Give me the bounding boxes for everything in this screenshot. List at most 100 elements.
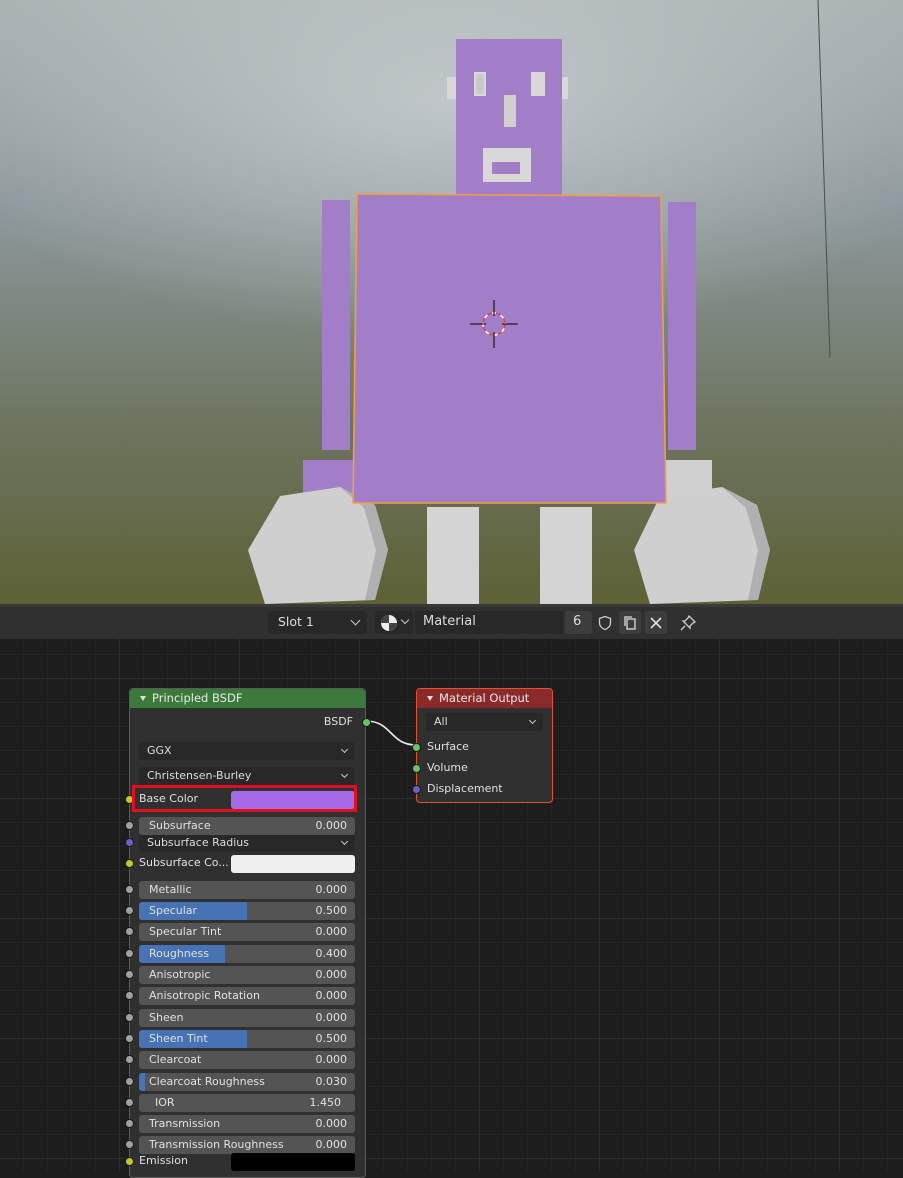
subsurface-method-value: Christensen-Burley xyxy=(147,769,252,782)
unlink-material-button[interactable] xyxy=(645,611,667,634)
material-name-field[interactable]: Material xyxy=(415,611,563,634)
field-socket[interactable] xyxy=(125,906,134,915)
field-slider[interactable]: IOR 1.450 xyxy=(139,1094,355,1112)
subsurface-radius-dropdown[interactable]: Subsurface Radius xyxy=(139,834,355,852)
chevron-down-icon xyxy=(350,615,361,626)
robot-left-leg xyxy=(427,507,479,604)
field-socket[interactable] xyxy=(125,885,134,894)
field-value: 1.450 xyxy=(309,1096,342,1109)
subsurface-color-label: Subsurface Co... xyxy=(139,856,229,869)
robot-right-leg xyxy=(540,507,592,604)
field-slider[interactable]: Clearcoat Roughness 0.030 xyxy=(139,1073,355,1091)
field-slider[interactable]: Transmission Roughness 0.000 xyxy=(139,1136,355,1154)
collapse-triangle-icon[interactable] xyxy=(427,696,433,701)
field-slider[interactable]: Subsurface 0.000 xyxy=(139,817,355,835)
field-slider[interactable]: Roughness 0.400 xyxy=(139,945,355,963)
displacement-input-label: Displacement xyxy=(427,782,503,795)
field-slider[interactable]: Anisotropic Rotation 0.000 xyxy=(139,987,355,1005)
user-count-button[interactable]: 6 xyxy=(565,611,592,634)
pin-icon xyxy=(680,614,697,630)
principled-bsdf-header[interactable]: Principled BSDF xyxy=(130,689,365,708)
field-value: 0.400 xyxy=(315,947,348,960)
field-fill xyxy=(139,1073,145,1091)
field-slider[interactable]: Sheen Tint 0.500 xyxy=(139,1030,355,1048)
field-label: Metallic xyxy=(149,883,192,896)
field-socket[interactable] xyxy=(125,821,134,830)
output-target-dropdown[interactable]: All xyxy=(426,713,543,731)
output-target-value: All xyxy=(434,715,448,728)
field-slider[interactable]: Transmission 0.000 xyxy=(139,1115,355,1133)
bsdf-output-label: BSDF xyxy=(323,715,353,728)
field-socket[interactable] xyxy=(125,949,134,958)
slot-label: Slot 1 xyxy=(278,614,314,629)
field-slider[interactable]: Metallic 0.000 xyxy=(139,881,355,899)
field-value: 0.000 xyxy=(315,819,348,832)
material-output-node[interactable]: Material Output All Surface Volume Displ… xyxy=(412,688,553,803)
field-socket[interactable] xyxy=(125,1013,134,1022)
volume-input-socket[interactable] xyxy=(412,764,421,773)
fake-user-button[interactable] xyxy=(594,611,616,634)
field-slider[interactable]: Specular Tint 0.000 xyxy=(139,923,355,941)
field-socket[interactable] xyxy=(125,1140,134,1149)
field-socket[interactable] xyxy=(125,1055,134,1064)
field-slider[interactable]: Anisotropic 0.000 xyxy=(139,966,355,984)
base-color-highlight-box xyxy=(132,785,357,812)
slot-dropdown[interactable]: Slot 1 xyxy=(268,611,367,634)
field-value: 0.000 xyxy=(315,968,348,981)
displacement-input-socket[interactable] xyxy=(412,785,421,794)
viewport-scene xyxy=(0,0,903,604)
field-label: IOR xyxy=(155,1096,175,1109)
shader-editor-header: Slot 1 Material 6 xyxy=(0,607,903,639)
chevron-down-icon xyxy=(340,745,349,754)
pin-button[interactable] xyxy=(677,611,699,634)
chevron-down-icon xyxy=(528,716,537,725)
field-value: 0.000 xyxy=(315,925,348,938)
field-socket[interactable] xyxy=(125,1119,134,1128)
field-label: Sheen Tint xyxy=(149,1032,208,1045)
field-value: 0.030 xyxy=(315,1075,348,1088)
bsdf-output-socket[interactable] xyxy=(362,718,371,727)
field-socket[interactable] xyxy=(125,927,134,936)
volume-input-label: Volume xyxy=(427,761,468,774)
3d-viewport[interactable] xyxy=(0,0,903,604)
field-socket[interactable] xyxy=(125,970,134,979)
field-label: Anisotropic xyxy=(149,968,211,981)
chevron-down-icon xyxy=(400,615,410,625)
distribution-value: GGX xyxy=(147,744,172,757)
distribution-dropdown[interactable]: GGX xyxy=(139,742,355,760)
field-socket[interactable] xyxy=(125,1034,134,1043)
duplicate-icon xyxy=(624,615,636,630)
surface-input-label: Surface xyxy=(427,740,469,753)
field-slider[interactable]: Clearcoat 0.000 xyxy=(139,1051,355,1069)
field-slider[interactable]: Sheen 0.000 xyxy=(139,1009,355,1027)
robot-left-arm xyxy=(322,200,350,450)
browse-material-button[interactable] xyxy=(375,611,413,634)
field-socket[interactable] xyxy=(125,1077,134,1086)
node-title: Material Output xyxy=(439,691,530,705)
robot-body-selected[interactable] xyxy=(352,193,667,504)
robot-head xyxy=(447,39,568,197)
material-output-header[interactable]: Material Output xyxy=(417,689,552,708)
field-socket[interactable] xyxy=(125,1098,134,1107)
field-label: Transmission xyxy=(149,1117,221,1130)
subsurface-color-swatch[interactable] xyxy=(231,855,355,873)
emission-socket[interactable] xyxy=(125,1157,134,1166)
emission-label: Emission xyxy=(139,1154,188,1167)
subsurface-color-socket[interactable] xyxy=(125,859,134,868)
user-count: 6 xyxy=(573,614,582,629)
collapse-triangle-icon[interactable] xyxy=(140,696,146,701)
field-label: Specular Tint xyxy=(149,925,222,938)
emission-color-swatch[interactable] xyxy=(231,1153,355,1171)
new-material-button[interactable] xyxy=(619,611,641,634)
chevron-down-icon xyxy=(340,770,349,779)
subsurface-radius-socket[interactable] xyxy=(125,838,134,847)
subsurface-method-dropdown[interactable]: Christensen-Burley xyxy=(139,767,355,785)
principled-bsdf-node[interactable]: Principled BSDF BSDF GGX Christensen-Bur… xyxy=(125,688,371,1178)
node-editor-canvas[interactable]: Principled BSDF BSDF GGX Christensen-Bur… xyxy=(0,639,903,1178)
surface-input-socket[interactable] xyxy=(412,743,421,752)
field-value: 0.000 xyxy=(315,1053,348,1066)
field-slider[interactable]: Specular 0.500 xyxy=(139,902,355,920)
material-sphere-icon xyxy=(381,615,397,631)
field-value: 0.000 xyxy=(315,989,348,1002)
field-socket[interactable] xyxy=(125,991,134,1000)
